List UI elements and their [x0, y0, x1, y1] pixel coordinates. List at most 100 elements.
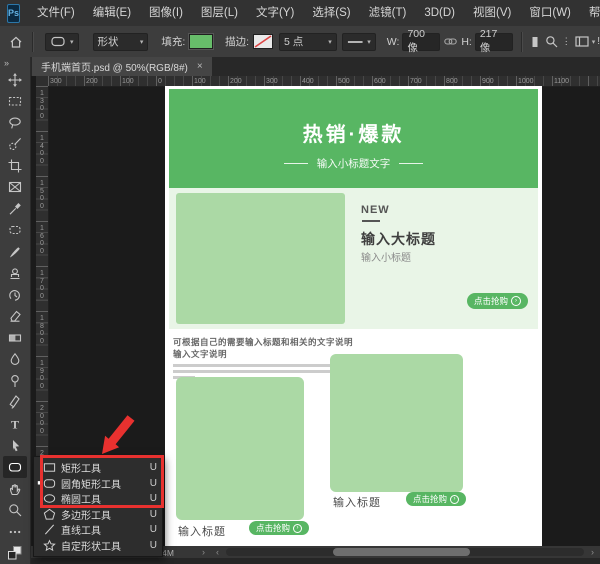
lasso-tool[interactable]	[3, 112, 27, 134]
close-tab-icon[interactable]: ×	[197, 61, 203, 72]
feature-section: NEW 输入大标题 输入小标题 点击抢购 ›	[169, 188, 538, 329]
more-options-icon[interactable]: ⋮	[562, 36, 571, 47]
shape-tool[interactable]	[3, 456, 27, 478]
edit-toolbar-icon[interactable]	[3, 521, 27, 543]
pen-tool[interactable]	[3, 392, 27, 414]
ruler-label: 1 9 0 0	[36, 360, 48, 390]
annotation-highlight-box	[40, 455, 164, 508]
menubar-item[interactable]: 窗口(W)	[520, 0, 580, 26]
menubar-item[interactable]: 视图(V)	[464, 0, 520, 26]
ruler-label: 1000	[518, 78, 534, 85]
eraser-tool[interactable]	[3, 306, 27, 328]
history-brush-tool[interactable]	[3, 284, 27, 306]
chevron-down-icon: ▾	[140, 38, 144, 46]
status-expand-icon[interactable]: ›	[202, 547, 205, 557]
menubar-item[interactable]: 图像(I)	[140, 0, 192, 26]
foreground-background-colors[interactable]	[3, 542, 27, 564]
ruler-label: 900	[482, 78, 494, 85]
menu-bar: Ps 文件(F)编辑(E)图像(I)图层(L)文字(Y)选择(S)滤镜(T)3D…	[0, 0, 600, 27]
tool-preset-picker[interactable]: ▾	[45, 33, 79, 51]
panel-toggle-icon[interactable]	[575, 36, 589, 47]
menubar-item[interactable]: 图层(L)	[192, 0, 247, 26]
dodge-tool[interactable]	[3, 370, 27, 392]
menubar-item[interactable]: 帮助(H)	[580, 0, 600, 26]
path-selection-tool[interactable]	[3, 435, 27, 457]
document-tab[interactable]: 手机端首页.psd @ 50%(RGB/8#) ×	[32, 57, 212, 76]
scrollbar-thumb[interactable]	[333, 548, 470, 556]
ruler-label: 800	[446, 78, 458, 85]
menubar-item[interactable]: 文字(Y)	[247, 0, 303, 26]
home-icon[interactable]	[9, 35, 23, 49]
product-title: 输入标题	[178, 523, 226, 539]
hero-title: 热销·爆款	[169, 118, 538, 147]
buy-now-button[interactable]: 点击抢购 ›	[249, 521, 309, 535]
ruler-label: 100	[194, 78, 206, 85]
type-tool[interactable]: T	[3, 413, 27, 435]
collapse-panel-icon[interactable]: »	[4, 57, 9, 69]
ruler-label: 0	[158, 78, 162, 85]
buy-now-button[interactable]: 点击抢购 ›	[467, 293, 528, 309]
scroll-right-icon[interactable]: ›	[591, 547, 594, 557]
width-label: W:	[387, 36, 400, 48]
stroke-color-swatch[interactable]	[253, 34, 273, 49]
custom-shape-icon	[43, 539, 56, 552]
product-image-placeholder	[176, 377, 304, 520]
tool-mode-select[interactable]: 形状 ▾	[93, 33, 149, 51]
eyedropper-tool[interactable]	[3, 198, 27, 220]
ruler-label: 600	[374, 78, 386, 85]
healing-brush-tool[interactable]	[3, 220, 27, 242]
fill-color-swatch[interactable]	[189, 34, 213, 49]
menubar-item[interactable]: 编辑(E)	[84, 0, 140, 26]
flyout-item-label: 直线工具	[61, 522, 101, 537]
menubar-item[interactable]: 3D(D)	[415, 0, 464, 26]
flyout-menu-item[interactable]: 多边形工具U	[34, 507, 162, 523]
stroke-width-field[interactable]: 5 点 ▾	[279, 33, 337, 51]
blur-tool[interactable]	[3, 349, 27, 371]
crop-tool[interactable]	[3, 155, 27, 177]
scroll-left-icon[interactable]: ‹	[216, 547, 219, 557]
horizontal-scrollbar[interactable]	[226, 548, 584, 556]
path-alignment-icon[interactable]	[545, 35, 558, 48]
stroke-type-select[interactable]: ▾	[342, 33, 376, 51]
gradient-tool[interactable]	[3, 327, 27, 349]
move-tool[interactable]	[3, 69, 27, 91]
document-title: 手机端首页.psd @ 50%(RGB/8#)	[41, 59, 188, 74]
ruler-label: 300	[266, 78, 278, 85]
width-input[interactable]: 700 像	[402, 33, 440, 51]
path-operations-icon[interactable]	[530, 36, 540, 48]
ruler-label: 400	[302, 78, 314, 85]
dash-decoration	[284, 163, 308, 165]
arrow-circle-icon: ›	[511, 296, 521, 306]
hero-subtitle: 输入小标题文字	[317, 156, 391, 171]
marquee-tool[interactable]	[3, 91, 27, 113]
badge-underline	[362, 220, 380, 222]
brush-tool[interactable]	[3, 241, 27, 263]
fill-label: 填充:	[161, 34, 185, 49]
arrow-circle-icon: ›	[293, 524, 302, 533]
menubar-item[interactable]: 滤镜(T)	[360, 0, 416, 26]
ruler-label: 2 0 0 0	[36, 405, 48, 435]
buy-now-button[interactable]: 点击抢购 ›	[406, 492, 466, 506]
chevron-down-icon: ▾	[328, 38, 332, 46]
canvas-artboard[interactable]: 热销·爆款 输入小标题文字 NEW 输入大标题 输入小标题 点击抢购 › 可根据…	[165, 86, 542, 546]
menubar-item[interactable]: 文件(F)	[28, 0, 84, 26]
flyout-menu-item[interactable]: 自定形状工具U	[34, 538, 162, 554]
ruler-label: 200	[86, 78, 98, 85]
feature-title: 输入大标题	[361, 229, 436, 249]
quick-selection-tool[interactable]	[3, 134, 27, 156]
clone-stamp-tool[interactable]	[3, 263, 27, 285]
link-dimensions-icon[interactable]	[444, 35, 457, 48]
hand-tool[interactable]	[3, 478, 27, 500]
chevron-down-icon: ▾	[70, 38, 74, 46]
menubar-item[interactable]: 选择(S)	[303, 0, 359, 26]
height-input[interactable]: 217 像	[475, 33, 513, 51]
tools-panel: » T	[0, 57, 31, 564]
zoom-tool[interactable]	[3, 499, 27, 521]
photoshop-logo-icon: Ps	[7, 4, 20, 23]
flyout-menu-item[interactable]: 直线工具U	[34, 522, 162, 538]
hero-subtitle-row: 输入小标题文字	[169, 156, 538, 171]
flyout-item-shortcut: U	[150, 509, 157, 520]
ruler-label: 500	[338, 78, 350, 85]
frame-tool[interactable]	[3, 177, 27, 199]
chevron-down-icon: ▾	[592, 38, 596, 46]
